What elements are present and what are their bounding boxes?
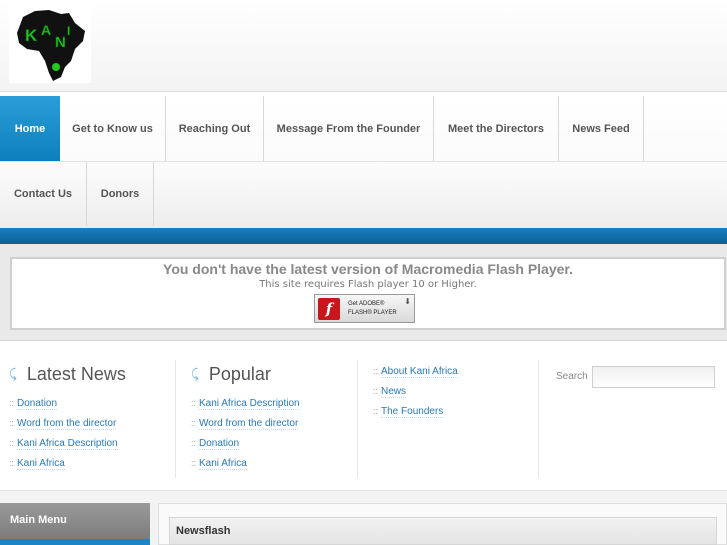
nav-divider [0,161,727,162]
svg-text:A: A [41,22,51,38]
get-flash-line2: FLASH® PLAYER [348,309,397,316]
header: K A N I [0,0,727,92]
newsflash-heading: Newsflash [169,517,717,545]
popular-link[interactable]: Word from the director [199,418,299,430]
flash-notice-subtitle: This site requires Flash player 10 or Hi… [259,279,477,290]
flash-area: You don't have the latest version of Mac… [0,244,727,341]
popular-link[interactable]: Kani Africa Description [199,398,300,410]
about-link[interactable]: About Kani Africa [381,366,458,378]
download-arrow-icon: ⬇ [404,297,411,306]
list-item: :: About Kani Africa [373,366,458,378]
list-item: :: Donation [9,398,58,410]
main-navigation: Home Get to Know us Reaching Out Message… [0,96,727,228]
latest-news-link[interactable]: Kani Africa [17,458,65,470]
list-item: :: Donation [191,438,240,450]
main-menu-first-item[interactable] [0,539,150,545]
get-flash-line1: Get ADOBE® [348,300,385,307]
latest-news-link[interactable]: Kani Africa Description [17,438,118,450]
list-item: :: Kani Africa [191,458,247,470]
svg-text:N: N [55,34,66,51]
list-item: :: News [373,386,407,398]
column-divider [175,360,176,478]
nav-item-get-to-know-us[interactable]: Get to Know us [60,96,166,161]
nav-item-meet-the-directors[interactable]: Meet the Directors [434,96,559,161]
about-links-module: :: About Kani Africa :: News :: The Founder… [373,360,533,421]
site-logo[interactable]: K A N I [9,5,91,83]
nav-item-home[interactable]: Home [0,96,60,161]
popular-link[interactable]: Donation [199,438,240,450]
about-link[interactable]: News [381,386,407,398]
search-input[interactable] [592,366,715,388]
flash-player-icon: f [318,297,340,320]
column-divider [538,360,539,478]
pin-icon: ⤹ [191,366,199,382]
flash-notice-title: You don't have the latest version of Mac… [163,261,573,277]
latest-news-module: ⤹ Latest News :: Donation :: Word from the… [9,360,169,473]
list-item: :: Kani Africa [9,458,65,470]
nav-item-reaching-out[interactable]: Reaching Out [166,96,264,161]
svg-text:I: I [67,24,70,38]
latest-news-link[interactable]: Word from the director [17,418,117,430]
popular-module: ⤹ Popular :: Kani Africa Description :: Wo… [191,360,351,473]
latest-news-link[interactable]: Donation [17,398,58,410]
get-flash-player-label: Get ADOBE® FLASH® PLAYER [348,300,397,318]
nav-item-message-from-founder[interactable]: Message From the Founder [264,96,434,161]
svg-text:K: K [25,26,38,45]
list-item: :: Kani Africa Description [191,398,300,410]
popular-title: Popular [208,363,271,384]
get-flash-player-button[interactable]: f Get ADOBE® FLASH® PLAYER ⬇ [314,294,415,323]
pin-icon: ⤹ [9,366,17,382]
list-item: :: Word from the director [191,418,299,430]
accent-bar [0,228,727,244]
about-link[interactable]: The Founders [381,406,444,418]
nav-item-news-feed[interactable]: News Feed [559,96,644,161]
list-item: :: Kani Africa Description [9,438,118,450]
list-item: :: Word from the director [9,418,117,430]
column-divider [357,360,358,478]
nav-item-donors[interactable]: Donors [87,161,154,226]
flash-notice: You don't have the latest version of Mac… [10,257,726,330]
popular-link[interactable]: Kani Africa [199,458,247,470]
search-label: Search [556,371,588,382]
nav-item-contact-us[interactable]: Contact Us [0,161,87,226]
main-menu-heading: Main Menu [0,503,150,539]
list-item: :: The Founders [373,406,444,418]
latest-news-title: Latest News [26,363,126,384]
